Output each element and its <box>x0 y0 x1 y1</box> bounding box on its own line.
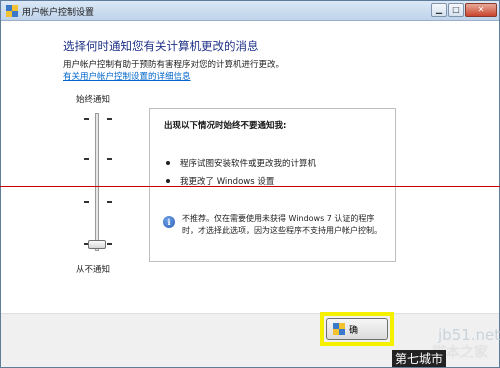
slider-tick <box>84 201 89 203</box>
slider-tick <box>84 158 89 160</box>
watermark-brand: 第七城市 <box>392 350 447 367</box>
close-button[interactable]: ✕ <box>465 3 497 17</box>
minimize-button[interactable]: ▁ <box>431 3 447 17</box>
slider-tick <box>107 158 112 160</box>
page-description: 用户帐户控制有助于预防有害程序对您的计算机进行更改。 <box>63 60 285 70</box>
setting-warning-note: 不推荐。仅在需要使用未获得 Windows 7 认证的程序时，才选择此选项，因为… <box>182 214 382 235</box>
uac-shield-icon <box>6 5 18 17</box>
main-content: 选择何时通知您有关计算机更改的消息 用户帐户控制有助于预防有害程序对您的计算机进… <box>1 21 499 367</box>
slider-tick <box>107 201 112 203</box>
setting-description-box: 出现以下情况时始终不要通知我: 程序试图安装软件或更改我的计算机 我更改了 Wi… <box>149 108 396 262</box>
info-icon: i <box>163 216 175 228</box>
setting-title: 出现以下情况时始终不要通知我: <box>164 121 287 131</box>
notification-slider-track[interactable] <box>95 113 99 251</box>
page-title: 选择何时通知您有关计算机更改的消息 <box>63 39 259 53</box>
help-link[interactable]: 有关用户帐户控制设置的详细信息 <box>63 70 191 82</box>
title-bar: 用户帐户控制设置 ▁ □ ✕ <box>1 1 499 21</box>
maximize-button[interactable]: □ <box>448 3 464 17</box>
bullet-icon <box>166 161 170 165</box>
watermark-sub: www.th7.cn <box>446 355 487 363</box>
slider-tick <box>107 243 112 245</box>
window-controls: ▁ □ ✕ <box>430 3 497 17</box>
bullet-text: 程序试图安装软件或更改我的计算机 <box>180 159 317 169</box>
slider-tick <box>107 118 112 120</box>
slider-bottom-label: 从不通知 <box>76 265 111 275</box>
bullet-icon <box>166 179 170 183</box>
annotation-red-line <box>0 186 500 187</box>
window-title: 用户帐户控制设置 <box>22 8 95 18</box>
slider-thumb[interactable] <box>88 240 106 249</box>
slider-tick <box>84 118 89 120</box>
list-item: 程序试图安装软件或更改我的计算机 <box>166 157 316 169</box>
uac-settings-window: 用户帐户控制设置 ▁ □ ✕ 选择何时通知您有关计算机更改的消息 用户帐户控制有… <box>0 0 500 368</box>
slider-top-label: 始终通知 <box>76 95 111 105</box>
annotation-highlight-box <box>320 312 394 346</box>
